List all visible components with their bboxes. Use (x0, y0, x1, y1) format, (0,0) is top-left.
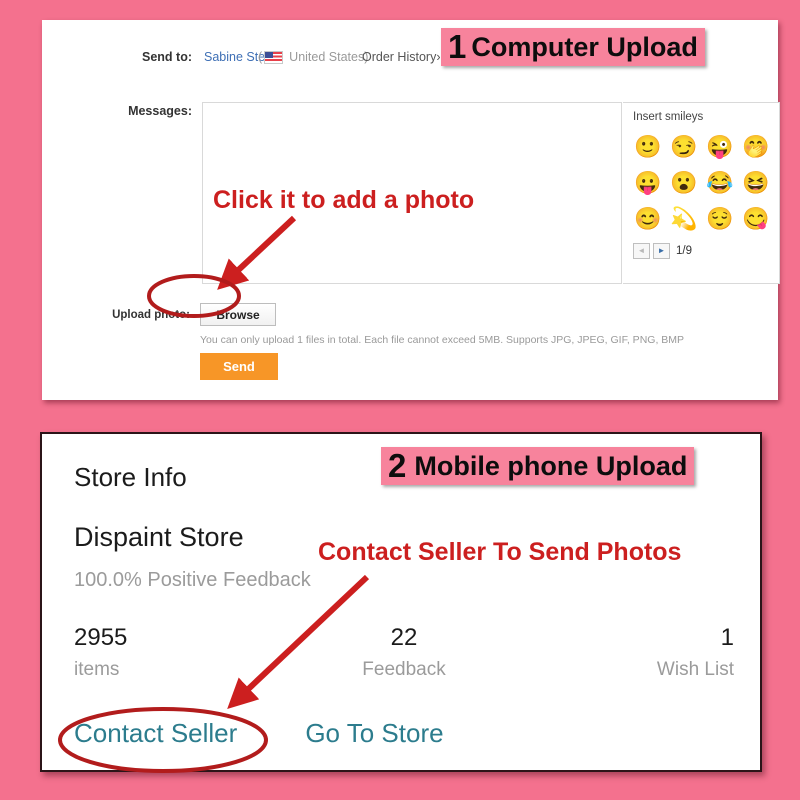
store-feedback-rate: 100.0% Positive Feedback (74, 569, 311, 591)
stat-label: Feedback (362, 658, 446, 680)
stat-wish-list: 1 Wish List (514, 624, 734, 681)
click-to-add-photo-annotation: Click it to add a photo (213, 186, 475, 214)
smiley-icon[interactable]: 🙂 (630, 129, 666, 165)
smiley-icon[interactable]: 😮 (666, 165, 702, 201)
stat-value: 1 (720, 624, 734, 651)
stat-value: 2955 (74, 624, 128, 651)
smiley-icon[interactable]: 😋 (738, 201, 774, 237)
stat-feedback: 22 Feedback (294, 624, 514, 681)
store-links-row: Contact Seller Go To Store (74, 718, 444, 749)
contact-seller-link[interactable]: Contact Seller (74, 718, 237, 749)
smiley-icon[interactable]: 😂 (702, 165, 738, 201)
next-page-icon[interactable]: ► (653, 243, 670, 259)
contact-seller-annotation: Contact Seller To Send Photos (318, 538, 682, 566)
smiley-icon[interactable]: 😌 (702, 201, 738, 237)
order-history-label: Order History (362, 50, 437, 64)
send-to-label: Send to: (142, 50, 192, 64)
step-1-number: 1 (448, 28, 467, 65)
stat-value: 22 (390, 624, 418, 651)
stat-label: items (74, 658, 120, 680)
upload-photo-label: Upload photo: (112, 309, 190, 321)
store-name: Dispaint Store (74, 522, 244, 552)
upload-constraints-note: You can only upload 1 files in total. Ea… (200, 334, 685, 346)
paren-open: ( (258, 50, 263, 64)
step-1-label: Computer Upload (471, 32, 698, 62)
smiley-picker: Insert smileys 🙂 😏 😜 🤭 😛 😮 😂 😆 😊 💫 😌 😋 ◄… (623, 102, 780, 284)
chevron-right-icon: › (436, 50, 441, 64)
step-1-tag: 1 Computer Upload (441, 28, 705, 66)
us-flag-icon (264, 51, 283, 64)
store-info-title: Store Info (74, 462, 187, 492)
prev-page-icon[interactable]: ◄ (633, 243, 650, 259)
smiley-icon[interactable]: 💫 (666, 201, 702, 237)
smiley-picker-title: Insert smileys (633, 111, 704, 123)
page-indicator: 1/9 (676, 245, 692, 257)
step-2-tag: 2 Mobile phone Upload (381, 447, 695, 485)
smiley-icon[interactable]: 🤭 (738, 129, 774, 165)
stat-items: 2955 items (74, 624, 294, 681)
stat-label: Wish List (656, 658, 734, 680)
country-text: United States) (289, 50, 369, 64)
browse-button[interactable]: Browse (200, 303, 276, 326)
messages-label: Messages: (128, 104, 192, 118)
smiley-icon[interactable]: 😆 (738, 165, 774, 201)
go-to-store-link[interactable]: Go To Store (305, 718, 443, 749)
smiley-icon[interactable]: 😊 (630, 201, 666, 237)
step-2-label: Mobile phone Upload (414, 451, 688, 481)
smiley-pagination: ◄ ► 1/9 (633, 243, 692, 259)
smiley-icon[interactable]: 😜 (702, 129, 738, 165)
order-history-link[interactable]: Order History› (362, 50, 441, 64)
step-2-number: 2 (388, 447, 407, 484)
send-button[interactable]: Send (200, 353, 278, 380)
store-stats-row: 2955 items 22 Feedback 1 Wish List (74, 624, 734, 681)
smiley-icon[interactable]: 😏 (666, 129, 702, 165)
smiley-icon[interactable]: 😛 (630, 165, 666, 201)
smiley-grid: 🙂 😏 😜 🤭 😛 😮 😂 😆 😊 💫 😌 😋 (630, 129, 776, 237)
